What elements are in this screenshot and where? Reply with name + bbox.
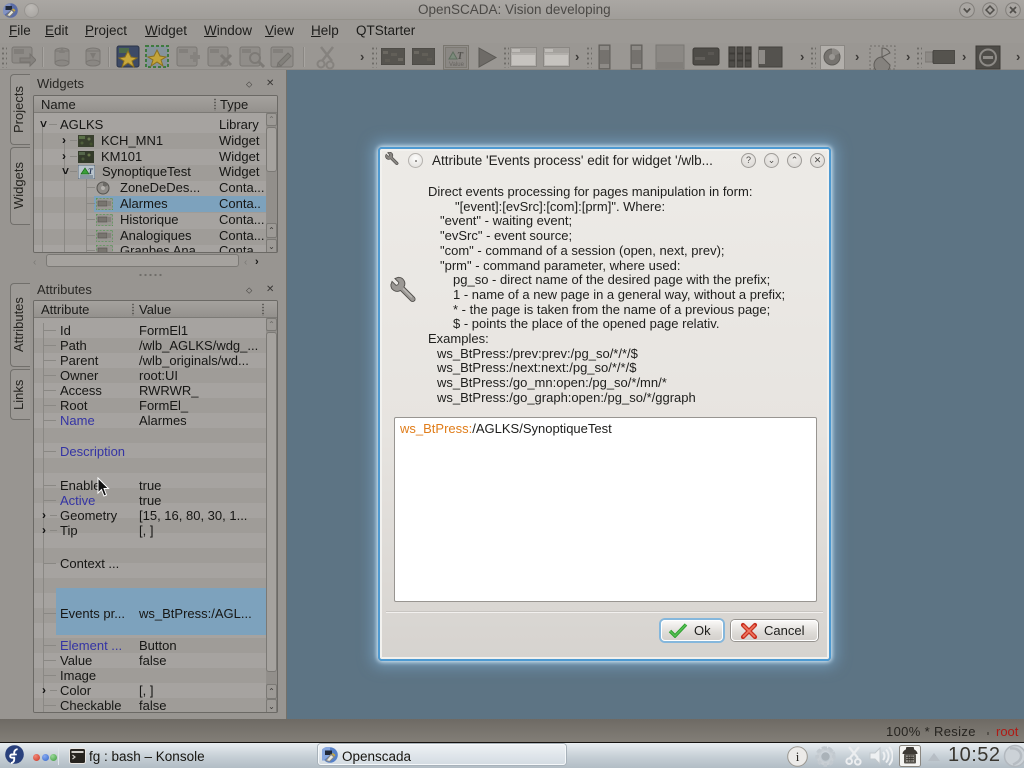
svg-text:T: T [457, 51, 464, 62]
svg-text:Value: Value [449, 62, 465, 68]
